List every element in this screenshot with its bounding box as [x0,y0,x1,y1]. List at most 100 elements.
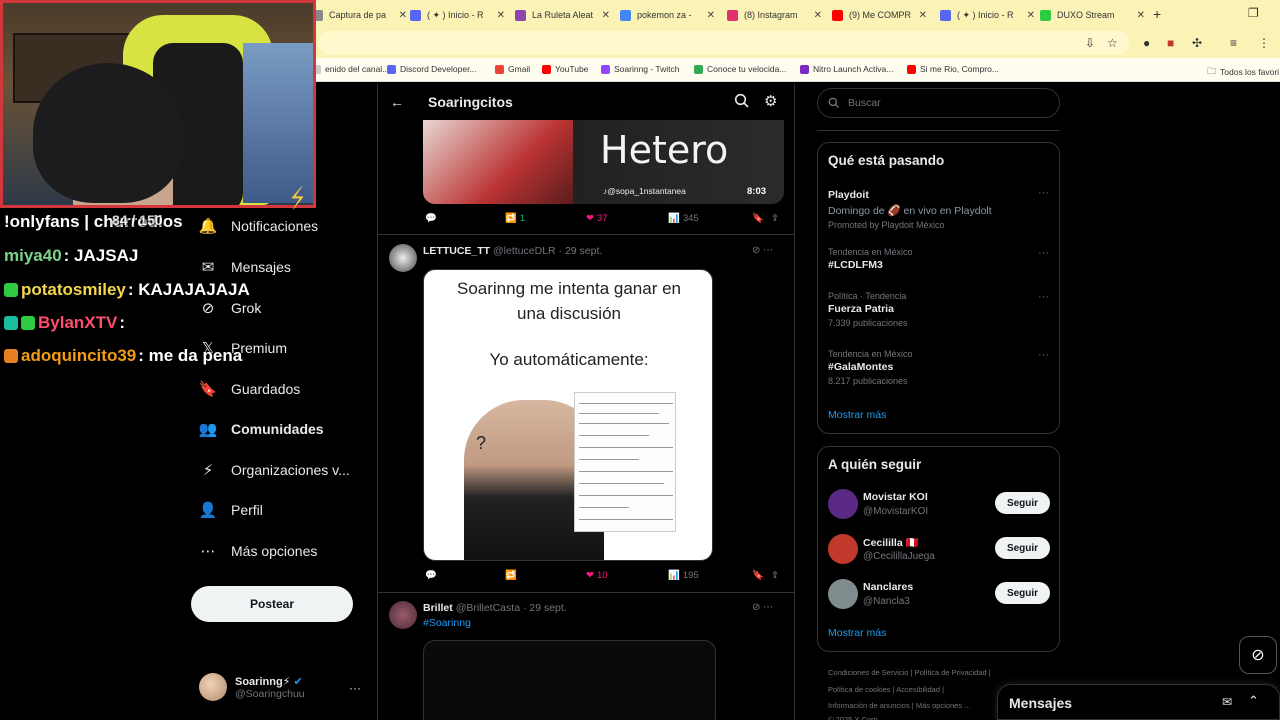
gear-icon[interactable]: ⚙ [764,92,777,110]
grok-icon[interactable]: ⊘ [1239,636,1277,674]
close-icon[interactable]: ✕ [814,10,822,21]
retweet-button[interactable]: 🔁 1 [505,213,525,224]
browser-tab[interactable]: ( ✦ ) Inicio - R ✕ [410,4,505,26]
extension-icon[interactable]: ■ [1167,36,1174,50]
follow-suggestion[interactable]: Movistar KOI @MovistarKOI Seguir [828,489,1053,521]
nav-item[interactable]: 🔖 Guardados [199,380,301,398]
bookmark-item[interactable]: Si me Rio, Compro... [907,64,999,74]
grok-explain-icon[interactable]: ⊘ ⋯ [752,602,773,613]
avatar[interactable] [389,601,417,629]
account-more-icon[interactable]: ··· [349,681,361,695]
browser-tab[interactable]: (8) Instagram ✕ [727,4,822,26]
like-button[interactable]: ❤ 37 [586,213,608,224]
nav-item[interactable]: ⊘ Grok [199,299,262,317]
footer-link[interactable]: Condiciones de Servicio | Política de Pr… [828,668,991,677]
search-input[interactable]: Buscar [817,88,1060,118]
follow-button[interactable]: Seguir [995,492,1050,514]
bookmark-item[interactable]: YouTube [542,64,588,74]
close-icon[interactable]: ✕ [1137,10,1145,21]
close-icon[interactable]: ✕ [1027,10,1035,21]
trend-item[interactable]: Playdoit Domingo de 🏈 en vivo en Playdolt… [828,187,1053,230]
close-icon[interactable]: ✕ [602,10,610,21]
more-icon[interactable]: ··· [1038,291,1049,303]
reply-button[interactable]: 💬 [425,213,437,224]
browser-tab[interactable]: pokemon za - ✕ [620,4,715,26]
trend-item[interactable]: Tendencia en México #LCDLFM3 ··· [828,247,1053,271]
media-icon[interactable]: ≡ [1230,36,1237,50]
tweet-media[interactable] [423,640,716,720]
nav-item[interactable]: ⚡ Organizaciones v... [199,461,350,479]
bookmark-item[interactable]: Nitro Launch Activa... [800,64,893,74]
puzzle-icon[interactable]: ✣ [1192,36,1202,50]
bookmark-item[interactable]: Soarinng - Twitch [601,64,680,74]
webcam-overlay [0,0,316,208]
hashtag-link[interactable]: #Soarinng [423,617,471,629]
nav-item[interactable]: 🔔 Notificaciones [199,217,319,235]
video-thumbnail[interactable]: Hetero ♪@sopa_1nstantanea 8:03 [423,120,784,204]
trends-show-more[interactable]: Mostrar más [828,409,886,421]
install-app-icon[interactable]: ⇩ [1085,36,1095,50]
retweet-button[interactable]: 🔁 [505,570,517,581]
more-icon[interactable]: ··· [1038,187,1049,199]
share-button[interactable]: ⇪ [771,570,779,581]
profile-icon[interactable]: ● [1143,36,1150,50]
messages-drawer[interactable]: Mensajes ✉ ⌃ [997,684,1280,720]
follow-suggestion[interactable]: Cecililla 🇵🇪 @CecilillaJuega Seguir [828,534,1053,566]
follow-button[interactable]: Seguir [995,537,1050,559]
close-icon[interactable]: ✕ [497,10,505,21]
grok-explain-icon[interactable]: ⊘ ⋯ [752,245,773,256]
more-icon[interactable]: ··· [1038,349,1049,361]
nav-item[interactable]: 👤 Perfil [199,501,263,519]
nav-item[interactable]: ✉ Mensajes [199,258,291,276]
avatar[interactable] [389,244,417,272]
close-icon[interactable]: ✕ [919,10,927,21]
footer-link[interactable]: Política de cookies | Accesibilidad | [828,685,944,694]
expand-icon[interactable]: ⌃ [1248,693,1259,709]
new-tab-button[interactable]: + [1153,6,1161,22]
bookmark-button[interactable]: 🔖 [752,570,764,581]
trend-item[interactable]: Política · Tendencia Fuerza Patria 7.339 p… [828,291,1053,328]
reply-button[interactable]: 💬 [425,570,437,581]
more-icon[interactable]: ··· [1038,247,1049,259]
post-button[interactable]: Postear [191,586,353,622]
browser-tab[interactable]: ( ✦ ) Inicio - R ✕ [940,4,1035,26]
follow-button[interactable]: Seguir [995,582,1050,604]
trend-item[interactable]: Tendencia en México #GalaMontes 8.217 publ… [828,349,1053,386]
avatar[interactable] [828,534,858,564]
avatar[interactable] [828,489,858,519]
avatar[interactable] [828,579,858,609]
views-button[interactable]: 📊 195 [668,570,699,581]
nav-item[interactable]: 👥 Comunidades [199,420,324,438]
browser-tab[interactable]: (9) Me COMPR ✕ [832,4,927,26]
nav-item[interactable]: ⋯ Más opciones [199,542,318,560]
bookmark-item[interactable]: Gmail [495,64,530,74]
tweet-author[interactable]: LETTUCE_TT [423,245,490,257]
menu-icon[interactable]: ⋮ [1258,36,1270,50]
bookmark-item[interactable]: Discord Developer... [387,64,477,74]
browser-tab[interactable]: DUXO Stream ✕ [1040,4,1145,26]
tweet-image[interactable]: Soarinng me intenta ganar en una discusió… [423,269,713,561]
close-icon[interactable]: ✕ [707,10,715,21]
url-field[interactable] [318,31,1130,55]
search-icon[interactable] [734,93,750,109]
new-message-icon[interactable]: ✉ [1222,695,1232,709]
views-button[interactable]: 📊 345 [668,213,699,224]
browser-tab[interactable]: Captura de pa ✕ [312,4,407,26]
back-arrow-icon[interactable]: ← [390,94,404,110]
bookmark-item[interactable]: enido del canal... [312,64,389,74]
account-switcher[interactable]: Soarinng⚡ ✔ @Soaringchuu ··· [199,673,361,701]
browser-tab[interactable]: La Ruleta Aleat ✕ [515,4,610,26]
window-restore-icon[interactable]: ❐ [1248,6,1259,20]
bookmark-button[interactable]: 🔖 [752,213,764,224]
bookmark-star-icon[interactable]: ☆ [1107,36,1118,50]
follow-suggestion[interactable]: Nanclares @Nancla3 Seguir [828,579,1053,611]
footer-link[interactable]: Información de anuncios | Más opciones .… [828,701,970,710]
like-button[interactable]: ❤ 10 [586,570,608,581]
footer-link[interactable]: © 2025 X Corp. [828,715,880,720]
share-button[interactable]: ⇪ [771,213,779,224]
tweet-author[interactable]: Brillet [423,602,453,614]
follow-show-more[interactable]: Mostrar más [828,627,886,639]
all-bookmarks[interactable]: 🗀 Todos los favori [1207,64,1279,80]
close-icon[interactable]: ✕ [399,10,407,21]
bookmark-item[interactable]: Conoce tu velocida... [694,64,786,74]
